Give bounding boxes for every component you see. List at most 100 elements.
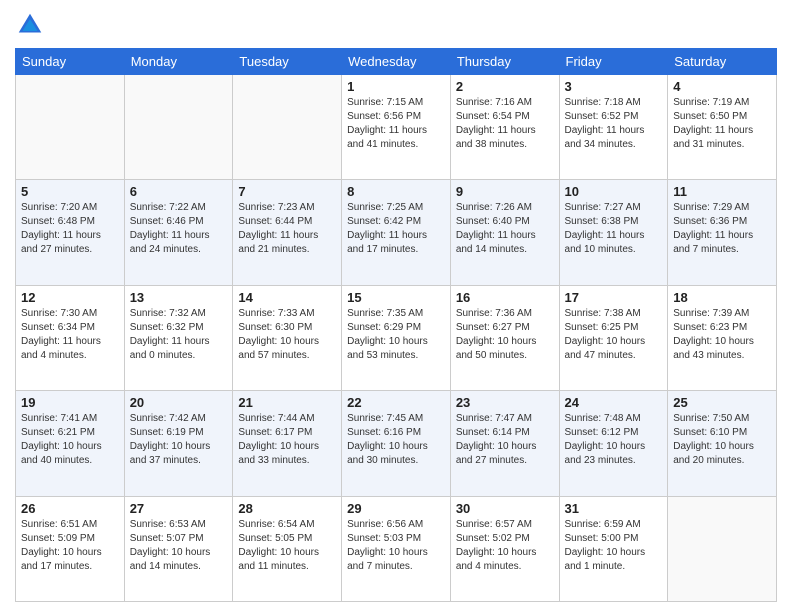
day-number: 22 — [347, 395, 445, 410]
day-number: 28 — [238, 501, 336, 516]
calendar-cell: 5 Sunrise: 7:20 AM Sunset: 6:48 PM Daylig… — [16, 180, 125, 285]
day-number: 21 — [238, 395, 336, 410]
day-number: 1 — [347, 79, 445, 94]
day-of-week-header: Tuesday — [233, 49, 342, 75]
day-info: Sunrise: 7:35 AM Sunset: 6:29 PM Dayligh… — [347, 307, 445, 363]
calendar-week-row: 5 Sunrise: 7:20 AM Sunset: 6:48 PM Daylig… — [16, 180, 777, 285]
day-number: 16 — [456, 290, 554, 305]
day-number: 5 — [21, 184, 119, 199]
page: SundayMondayTuesdayWednesdayThursdayFrid… — [0, 0, 792, 612]
calendar-cell: 4 Sunrise: 7:19 AM Sunset: 6:50 PM Daylig… — [668, 75, 777, 180]
day-of-week-header: Thursday — [450, 49, 559, 75]
day-info: Sunrise: 7:23 AM Sunset: 6:44 PM Dayligh… — [238, 201, 336, 257]
calendar-cell — [233, 75, 342, 180]
calendar-week-row: 26 Sunrise: 6:51 AM Sunset: 5:09 PM Dayli… — [16, 496, 777, 601]
calendar-cell: 9Sunrise: 7:26 AM Sunset: 6:40 PM Daylig… — [450, 180, 559, 285]
calendar-cell: 11Sunrise: 7:29 AM Sunset: 6:36 PM Dayli… — [668, 180, 777, 285]
day-info: Sunrise: 7:29 AM Sunset: 6:36 PM Dayligh… — [673, 201, 771, 257]
day-number: 31 — [565, 501, 663, 516]
day-number: 24 — [565, 395, 663, 410]
day-number: 13 — [130, 290, 228, 305]
calendar-week-row: 12 Sunrise: 7:30 AM Sunset: 6:34 PM Dayli… — [16, 285, 777, 390]
day-info: Sunrise: 6:56 AM Sunset: 5:03 PM Dayligh… — [347, 518, 445, 574]
header — [15, 10, 777, 40]
calendar-cell: 15 Sunrise: 7:35 AM Sunset: 6:29 PM Dayli… — [342, 285, 451, 390]
calendar-cell: 12 Sunrise: 7:30 AM Sunset: 6:34 PM Dayli… — [16, 285, 125, 390]
calendar-cell: 1 Sunrise: 7:15 AM Sunset: 6:56 PM Daylig… — [342, 75, 451, 180]
calendar-cell: 25 Sunrise: 7:50 AM Sunset: 6:10 PM Dayli… — [668, 391, 777, 496]
calendar-cell — [16, 75, 125, 180]
day-number: 9 — [456, 184, 554, 199]
calendar-cell: 14Sunrise: 7:33 AM Sunset: 6:30 PM Dayli… — [233, 285, 342, 390]
day-info: Sunrise: 7:39 AM Sunset: 6:23 PM Dayligh… — [673, 307, 771, 363]
day-number: 29 — [347, 501, 445, 516]
day-number: 18 — [673, 290, 771, 305]
day-number: 8 — [347, 184, 445, 199]
day-of-week-header: Wednesday — [342, 49, 451, 75]
day-info: Sunrise: 7:22 AM Sunset: 6:46 PM Dayligh… — [130, 201, 228, 257]
day-info: Sunrise: 6:54 AM Sunset: 5:05 PM Dayligh… — [238, 518, 336, 574]
calendar-week-row: 19Sunrise: 7:41 AM Sunset: 6:21 PM Dayli… — [16, 391, 777, 496]
calendar-cell: 22 Sunrise: 7:45 AM Sunset: 6:16 PM Dayli… — [342, 391, 451, 496]
day-number: 3 — [565, 79, 663, 94]
day-info: Sunrise: 7:20 AM Sunset: 6:48 PM Dayligh… — [21, 201, 119, 257]
day-info: Sunrise: 7:50 AM Sunset: 6:10 PM Dayligh… — [673, 412, 771, 468]
calendar-cell: 26 Sunrise: 6:51 AM Sunset: 5:09 PM Dayli… — [16, 496, 125, 601]
day-info: Sunrise: 7:15 AM Sunset: 6:56 PM Dayligh… — [347, 96, 445, 152]
day-info: Sunrise: 7:48 AM Sunset: 6:12 PM Dayligh… — [565, 412, 663, 468]
calendar-cell: 23 Sunrise: 7:47 AM Sunset: 6:14 PM Dayli… — [450, 391, 559, 496]
day-info: Sunrise: 7:42 AM Sunset: 6:19 PM Dayligh… — [130, 412, 228, 468]
calendar-cell: 6 Sunrise: 7:22 AM Sunset: 6:46 PM Daylig… — [124, 180, 233, 285]
calendar-header-row: SundayMondayTuesdayWednesdayThursdayFrid… — [16, 49, 777, 75]
day-number: 6 — [130, 184, 228, 199]
day-info: Sunrise: 7:45 AM Sunset: 6:16 PM Dayligh… — [347, 412, 445, 468]
calendar-cell: 8 Sunrise: 7:25 AM Sunset: 6:42 PM Daylig… — [342, 180, 451, 285]
day-number: 12 — [21, 290, 119, 305]
day-number: 23 — [456, 395, 554, 410]
logo — [15, 10, 49, 40]
day-info: Sunrise: 6:51 AM Sunset: 5:09 PM Dayligh… — [21, 518, 119, 574]
day-info: Sunrise: 7:19 AM Sunset: 6:50 PM Dayligh… — [673, 96, 771, 152]
day-info: Sunrise: 7:36 AM Sunset: 6:27 PM Dayligh… — [456, 307, 554, 363]
day-info: Sunrise: 7:47 AM Sunset: 6:14 PM Dayligh… — [456, 412, 554, 468]
day-number: 30 — [456, 501, 554, 516]
day-number: 20 — [130, 395, 228, 410]
calendar-cell — [124, 75, 233, 180]
day-info: Sunrise: 6:53 AM Sunset: 5:07 PM Dayligh… — [130, 518, 228, 574]
day-of-week-header: Monday — [124, 49, 233, 75]
day-info: Sunrise: 7:44 AM Sunset: 6:17 PM Dayligh… — [238, 412, 336, 468]
day-of-week-header: Saturday — [668, 49, 777, 75]
day-info: Sunrise: 7:41 AM Sunset: 6:21 PM Dayligh… — [21, 412, 119, 468]
day-info: Sunrise: 7:16 AM Sunset: 6:54 PM Dayligh… — [456, 96, 554, 152]
day-info: Sunrise: 7:25 AM Sunset: 6:42 PM Dayligh… — [347, 201, 445, 257]
day-info: Sunrise: 6:59 AM Sunset: 5:00 PM Dayligh… — [565, 518, 663, 574]
calendar-cell: 30 Sunrise: 6:57 AM Sunset: 5:02 PM Dayli… — [450, 496, 559, 601]
calendar-cell: 3 Sunrise: 7:18 AM Sunset: 6:52 PM Daylig… — [559, 75, 668, 180]
calendar-cell: 16 Sunrise: 7:36 AM Sunset: 6:27 PM Dayli… — [450, 285, 559, 390]
calendar-cell: 7 Sunrise: 7:23 AM Sunset: 6:44 PM Daylig… — [233, 180, 342, 285]
day-info: Sunrise: 6:57 AM Sunset: 5:02 PM Dayligh… — [456, 518, 554, 574]
calendar-cell: 21 Sunrise: 7:44 AM Sunset: 6:17 PM Dayli… — [233, 391, 342, 496]
calendar-cell: 19Sunrise: 7:41 AM Sunset: 6:21 PM Dayli… — [16, 391, 125, 496]
calendar-cell: 18 Sunrise: 7:39 AM Sunset: 6:23 PM Dayli… — [668, 285, 777, 390]
day-number: 10 — [565, 184, 663, 199]
day-number: 17 — [565, 290, 663, 305]
day-number: 7 — [238, 184, 336, 199]
day-number: 25 — [673, 395, 771, 410]
day-of-week-header: Sunday — [16, 49, 125, 75]
calendar-cell: 2 Sunrise: 7:16 AM Sunset: 6:54 PM Daylig… — [450, 75, 559, 180]
day-number: 26 — [21, 501, 119, 516]
day-of-week-header: Friday — [559, 49, 668, 75]
calendar-cell: 20 Sunrise: 7:42 AM Sunset: 6:19 PM Dayli… — [124, 391, 233, 496]
calendar-cell: 28 Sunrise: 6:54 AM Sunset: 5:05 PM Dayli… — [233, 496, 342, 601]
day-info: Sunrise: 7:30 AM Sunset: 6:34 PM Dayligh… — [21, 307, 119, 363]
day-number: 15 — [347, 290, 445, 305]
calendar-cell: 31 Sunrise: 6:59 AM Sunset: 5:00 PM Dayli… — [559, 496, 668, 601]
day-info: Sunrise: 7:18 AM Sunset: 6:52 PM Dayligh… — [565, 96, 663, 152]
calendar-cell: 10Sunrise: 7:27 AM Sunset: 6:38 PM Dayli… — [559, 180, 668, 285]
day-number: 27 — [130, 501, 228, 516]
day-number: 2 — [456, 79, 554, 94]
day-info: Sunrise: 7:32 AM Sunset: 6:32 PM Dayligh… — [130, 307, 228, 363]
day-number: 4 — [673, 79, 771, 94]
calendar-cell: 27 Sunrise: 6:53 AM Sunset: 5:07 PM Dayli… — [124, 496, 233, 601]
